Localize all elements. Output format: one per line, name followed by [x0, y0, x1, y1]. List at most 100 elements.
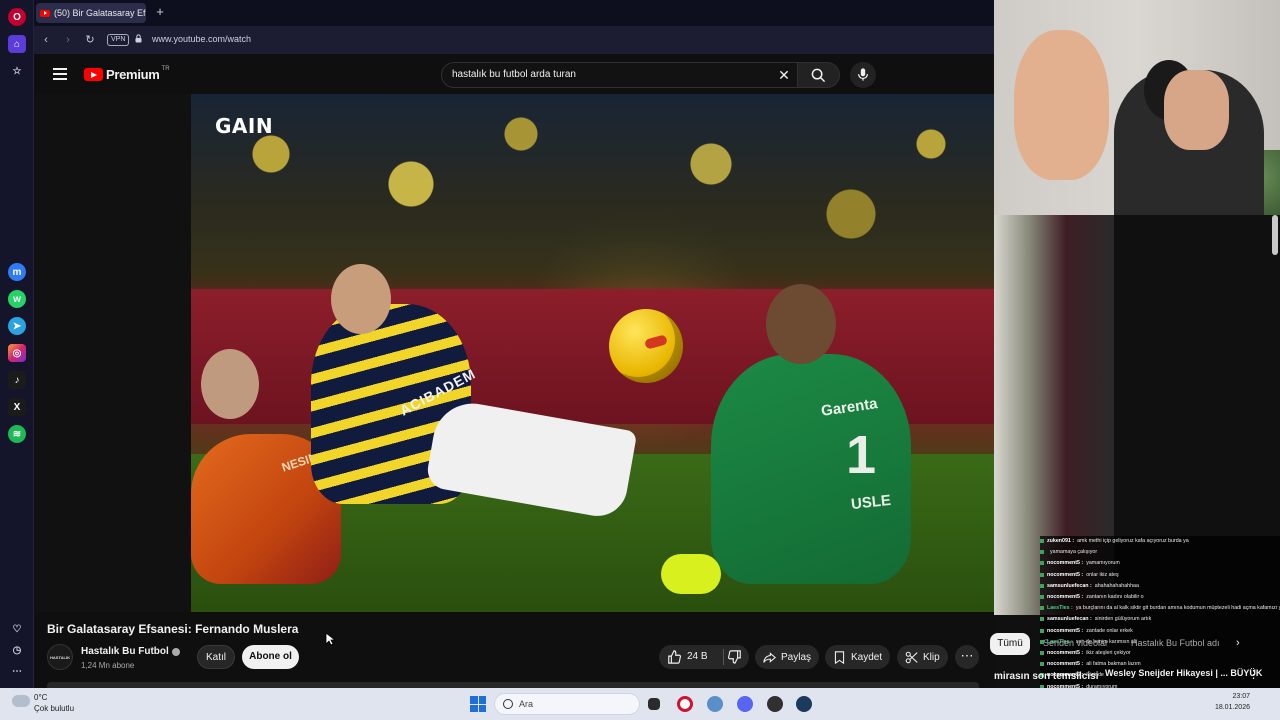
chevron-right-icon[interactable]: › [1236, 637, 1240, 649]
settings-taskbar-icon[interactable] [707, 696, 723, 712]
goalkeeper-head [766, 284, 836, 364]
opera-taskbar-icon[interactable] [677, 696, 693, 712]
chat-text: ya burçlarını da al kalk siktir git burd… [1075, 605, 1280, 612]
gain-watermark: GAIN [215, 114, 274, 138]
obs-taskbar-icon[interactable] [767, 696, 783, 712]
youtube-favicon-icon [40, 9, 50, 17]
browser-sidebar: O ⌂ ☆ m w ➤ ◎ ♪ X ≋ ♡ ◷ ⋯ [0, 0, 34, 688]
steam-taskbar-icon[interactable] [796, 696, 812, 712]
taskbar-date[interactable]: 18.01.2026 [1200, 704, 1250, 711]
discord-taskbar-icon[interactable] [737, 696, 753, 712]
tiktok-icon[interactable]: ♪ [8, 371, 26, 389]
tab-bar: (50) Bir Galatasaray Efsane + [34, 0, 994, 26]
galatasaray-player-head [201, 349, 259, 419]
more-icon[interactable]: ⋯ [8, 662, 26, 680]
webcam-hand [1014, 30, 1109, 180]
lock-icon [135, 34, 142, 43]
logo-region: TR [161, 65, 170, 72]
scissors-icon [905, 651, 918, 663]
forward-icon[interactable]: › [60, 32, 76, 48]
home-icon[interactable]: ⌂ [8, 35, 26, 53]
x-icon[interactable]: X [8, 398, 26, 416]
webcam-overlay [994, 0, 1280, 215]
windows-start-icon[interactable] [470, 696, 486, 712]
chat-message: nocomment5 : ikiz ateşleri çekiyor [1040, 648, 1280, 659]
chat-username: nocomment5 : [1047, 627, 1084, 634]
chat-badge-icon [1040, 539, 1044, 543]
chip-all[interactable]: Tümü [990, 633, 1030, 655]
channel-avatar[interactable]: HASTALIK [47, 644, 73, 670]
telegram-icon[interactable]: ➤ [8, 317, 26, 335]
chip-series[interactable]: Seriden videolar [1043, 638, 1108, 648]
recommendation-title[interactable]: Wesley Sneijder Hikayesi | ... BÜYÜK [1105, 668, 1262, 678]
task-view-icon[interactable] [648, 698, 660, 710]
weather-temperature[interactable]: 0°C [34, 693, 47, 702]
logo-wordmark: Premium [106, 67, 160, 82]
recommendation-thumbnail-text[interactable]: mirasın son temsilcisi [994, 671, 1099, 682]
heart-icon[interactable]: ♡ [8, 620, 26, 638]
tab-title: (50) Bir Galatasaray Efsane [54, 8, 146, 18]
windows-taskbar: 0°C Çok bulutlu Ara 23:07 18.01.2026 [0, 688, 1280, 720]
channel-name[interactable]: Hastalık Bu Futbol [81, 646, 169, 657]
chat-message: LaesTies : ya burçlarını da al kalk sikti… [1040, 603, 1280, 614]
bookmark-icon [834, 650, 845, 664]
taskbar-time[interactable]: 23:07 [1200, 693, 1250, 700]
thumbs-down-icon[interactable] [728, 650, 742, 664]
crowd-background [191, 94, 994, 294]
new-tab-button[interactable]: + [152, 4, 168, 20]
tab-youtube[interactable]: (50) Bir Galatasaray Efsane [36, 3, 146, 23]
vpn-badge[interactable]: VPN [107, 34, 130, 46]
chat-username: zuken091 : [1047, 538, 1075, 544]
save-button[interactable]: Kaydet [825, 645, 891, 669]
search-button[interactable] [798, 62, 840, 88]
search-query: hastalık bu futbol arda turan [452, 69, 576, 80]
like-dislike-group: 24 B [659, 645, 749, 669]
join-button[interactable]: Katıl [197, 645, 235, 669]
subscriber-count: 1,24 Mn abone [81, 661, 135, 670]
history-icon[interactable]: ◷ [8, 641, 26, 659]
video-player[interactable]: NESINE ACIBADEM Garenta 1 USLE GAIN [35, 94, 994, 612]
share-button[interactable]: Paylaş [755, 645, 820, 669]
chat-message: samsunluefecan : ahahahahahahhaa [1040, 581, 1280, 592]
microphone-icon [858, 68, 868, 81]
stream-chat: zuken091 : amk methi içip geliyoruz kafa … [1040, 536, 1280, 688]
chat-message: samsunluefecan : sinirden gülüyorum artık [1040, 614, 1280, 625]
youtube-premium-logo[interactable]: Premium TR [84, 65, 170, 82]
voice-search-button[interactable] [850, 62, 876, 88]
recommendation-menu-icon[interactable]: ⋮ [1248, 668, 1259, 681]
youtube-page: Premium TR hastalık bu futbol arda turan… [35, 54, 994, 688]
chat-badge-icon [1040, 550, 1044, 555]
whatsapp-icon[interactable]: w [8, 290, 26, 308]
back-icon[interactable]: ‹ [38, 32, 54, 48]
chat-username: nocomment5 : [1047, 650, 1084, 657]
chat-text: sinirden gülüyorum artık [1094, 616, 1152, 623]
thumbs-up-icon[interactable] [667, 650, 681, 664]
chip-channel[interactable]: Hastalık Bu Futbol adı [1131, 638, 1220, 648]
weather-description[interactable]: Çok bulutlu [34, 704, 74, 713]
cloud-icon[interactable] [12, 695, 30, 707]
spotify-icon[interactable]: ≋ [8, 425, 26, 443]
chat-badge-icon [1040, 606, 1044, 611]
clip-button[interactable]: Klip [897, 645, 948, 669]
search-icon [811, 68, 826, 83]
taskbar-search-input[interactable]: Ara [494, 693, 640, 715]
chat-message: nocomment5 : onlar ikiz ateş [1040, 570, 1280, 581]
share-icon [763, 651, 776, 663]
instagram-icon[interactable]: ◎ [8, 344, 26, 362]
opera-logo-icon[interactable]: O [8, 8, 26, 26]
subscribe-button[interactable]: Abone ol [242, 645, 299, 669]
scrollbar[interactable] [1272, 215, 1278, 255]
search-input[interactable]: hastalık bu futbol arda turan ✕ [441, 62, 798, 88]
chat-text: yamamaya çalışıyor [1050, 549, 1098, 556]
reload-icon[interactable]: ↻ [82, 32, 98, 48]
messenger-icon[interactable]: m [8, 263, 26, 281]
chat-text: zantade onlar erkek [1086, 627, 1133, 634]
url-field[interactable]: www.youtube.com/watch [152, 34, 251, 44]
like-count[interactable]: 24 B [687, 651, 708, 662]
clear-search-icon[interactable]: ✕ [777, 68, 791, 82]
hamburger-menu-icon[interactable] [53, 68, 67, 80]
chat-text: ahahahahahahhaa [1094, 582, 1139, 589]
chat-username: LaesTies : [1047, 605, 1073, 612]
star-icon[interactable]: ☆ [8, 62, 26, 80]
more-actions-button[interactable]: ⋯ [955, 645, 979, 669]
